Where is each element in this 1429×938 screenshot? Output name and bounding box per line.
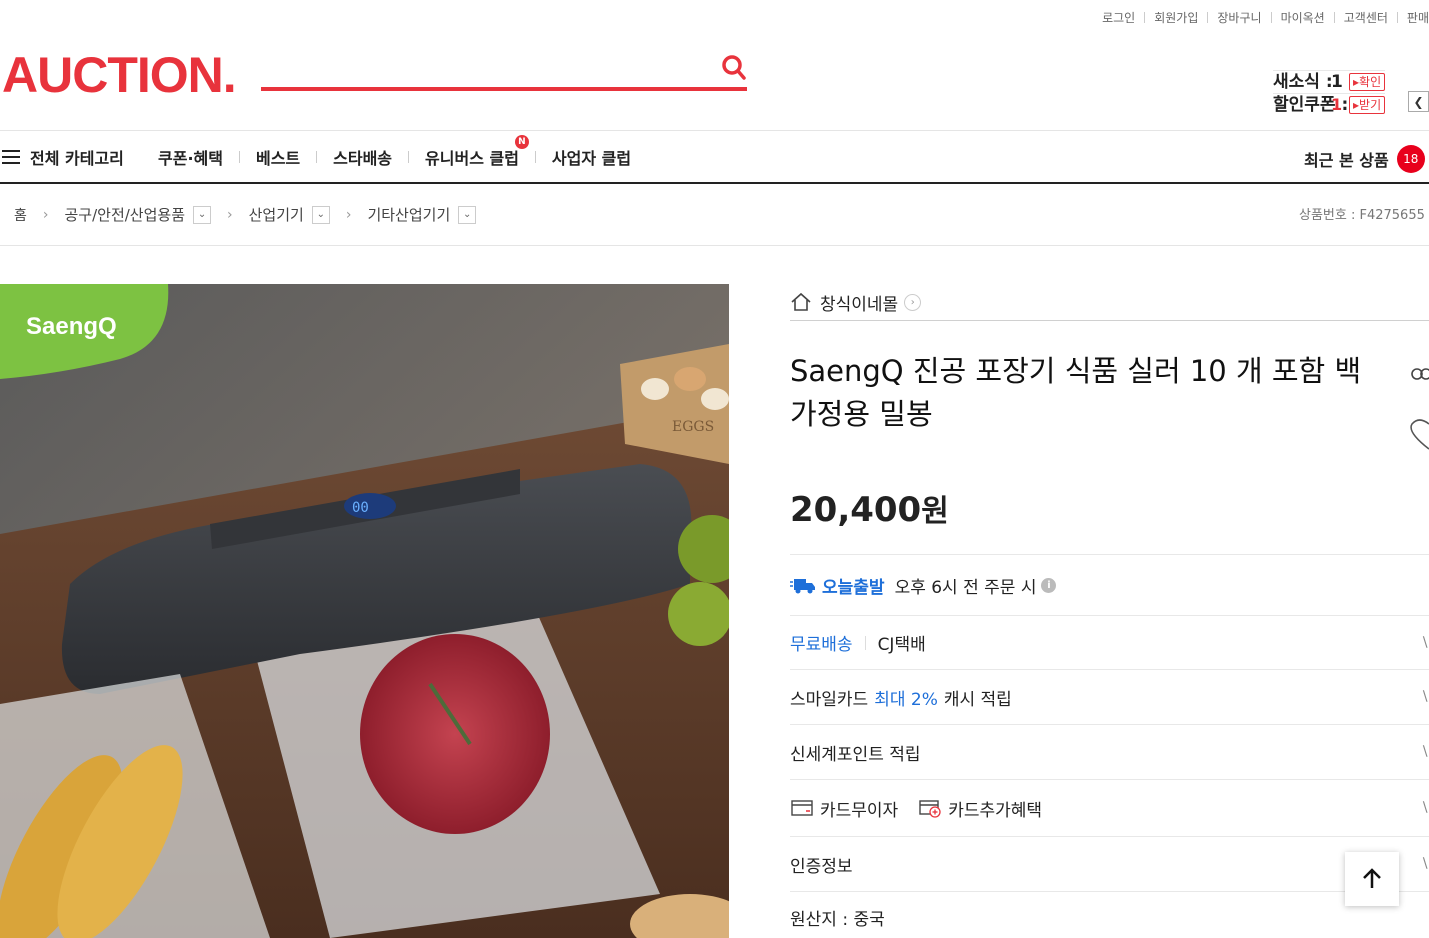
product-info-rows: 오늘출발 오후 6시 전 주문 시 i 무료배송 CJ택배 ∖ 스마일카드 최대… bbox=[790, 554, 1429, 938]
share-icon[interactable] bbox=[1410, 362, 1429, 386]
origin-row: 원산지 : 중국 bbox=[790, 891, 1429, 938]
nav-best[interactable]: 베스트 bbox=[240, 145, 316, 169]
search-icon[interactable] bbox=[721, 54, 747, 82]
price-unit: 원 bbox=[921, 494, 949, 529]
chevron-down-icon[interactable]: ∖ bbox=[1420, 856, 1429, 872]
nav-universe-label: 유니버스 클럽 bbox=[425, 148, 519, 168]
card-benefit-row[interactable]: 카드무이자 카드추가혜택 ∖ bbox=[790, 779, 1429, 836]
auction-logo[interactable]: AUCTION. bbox=[2, 46, 237, 104]
login-link[interactable]: 로그인 bbox=[1093, 9, 1144, 26]
recent-count-badge: 18 bbox=[1396, 145, 1425, 173]
smile-card-highlight: 최대 2% bbox=[874, 689, 938, 710]
shop-name[interactable]: 창식이네몰 bbox=[820, 290, 898, 315]
coupon-count: 1 bbox=[1331, 95, 1343, 114]
breadcrumb-level-2[interactable]: 산업기기 bbox=[249, 204, 304, 225]
chevron-down-icon[interactable]: ∖ bbox=[1420, 635, 1429, 651]
shinsegae-point-label: 신세계포인트 적립 bbox=[790, 744, 921, 765]
main-nav: 전체 카테고리 쿠폰·혜택 베스트 스타배송 유니버스 클럽 N 사업자 클럽 최… bbox=[0, 130, 1429, 184]
all-category-button[interactable]: 전체 카테고리 bbox=[2, 145, 158, 169]
utility-links: 로그인 회원가입 장바구니 마이옥션 고객센터 판매 bbox=[1093, 9, 1429, 26]
certification-label: 인증정보 bbox=[790, 856, 853, 877]
cart-link[interactable]: 장바구니 bbox=[1208, 9, 1270, 26]
certification-row[interactable]: 인증정보 ∖ bbox=[790, 836, 1429, 891]
nav-universe-club[interactable]: 유니버스 클럽 N bbox=[409, 134, 535, 169]
chevron-down-icon[interactable]: ∖ bbox=[1420, 744, 1429, 760]
signup-link[interactable]: 회원가입 bbox=[1145, 9, 1207, 26]
news-confirm-button[interactable]: ▸확인 bbox=[1349, 73, 1386, 91]
recent-viewed-label: 최근 본 상품 bbox=[1304, 151, 1389, 170]
my-auction-link[interactable]: 마이옥션 bbox=[1272, 9, 1334, 26]
chevron-right-icon: › bbox=[42, 206, 49, 223]
nav-star-delivery[interactable]: 스타배송 bbox=[317, 145, 408, 169]
news-count: 1 bbox=[1331, 72, 1343, 92]
product-price: 20,400원 bbox=[790, 486, 949, 530]
home-icon bbox=[791, 292, 811, 311]
chevron-down-icon[interactable]: ⌄ bbox=[458, 205, 477, 224]
chevron-right-icon: › bbox=[227, 206, 233, 223]
chevron-down-icon[interactable]: ⌄ bbox=[193, 205, 212, 224]
search-input[interactable] bbox=[261, 50, 701, 86]
scroll-to-top-button[interactable] bbox=[1345, 852, 1399, 906]
divider bbox=[864, 635, 866, 650]
info-icon[interactable]: i bbox=[1041, 577, 1057, 593]
origin-label: 원산지 : 중국 bbox=[790, 910, 885, 930]
breadcrumb-level-3[interactable]: 기타산업기기 bbox=[367, 204, 450, 225]
today-shipping-row: 오늘출발 오후 6시 전 주문 시 i bbox=[790, 554, 1429, 615]
nav-coupon[interactable]: 쿠폰·혜택 bbox=[158, 145, 239, 169]
price-value: 20,400 bbox=[790, 490, 922, 530]
hamburger-icon bbox=[2, 149, 20, 164]
all-category-label: 전체 카테고리 bbox=[30, 148, 124, 168]
chevron-right-icon[interactable]: › bbox=[904, 293, 922, 311]
chevron-down-icon[interactable]: ∖ bbox=[1420, 800, 1429, 816]
card-installment-label[interactable]: 카드무이자 bbox=[820, 796, 898, 821]
product-photo: 00 EGGS SaengQ bbox=[0, 284, 729, 938]
chevron-left-icon[interactable]: ❮ bbox=[1408, 91, 1429, 112]
coupon-receive-button[interactable]: ▸받기 bbox=[1349, 96, 1386, 114]
product-title: SaengQ 진공 포장기 식품 실러 10 개 포함 백 가정용 밀봉 bbox=[790, 354, 1362, 431]
free-shipping-label: 무료배송 bbox=[790, 635, 853, 655]
svg-text:00: 00 bbox=[352, 500, 369, 516]
recent-viewed-button[interactable]: 최근 본 상품 18 bbox=[1304, 145, 1425, 173]
breadcrumb: 홈 › 공구/안전/산업용품 ⌄ › 산업기기 ⌄ › 기타산업기기 ⌄ 상품번… bbox=[0, 184, 1429, 246]
today-shipping-badge: 오늘출발 bbox=[790, 573, 885, 598]
seller-link[interactable]: 판매 bbox=[1398, 9, 1429, 26]
egg-crate-label: EGGS bbox=[672, 419, 714, 435]
arrow-up-icon bbox=[1363, 868, 1381, 888]
card-plus-icon bbox=[919, 800, 941, 818]
shinsegae-point-row[interactable]: 신세계포인트 적립 ∖ bbox=[790, 724, 1429, 779]
truck-icon bbox=[790, 579, 815, 594]
card-benefit-label[interactable]: 카드추가혜택 bbox=[948, 796, 1042, 821]
search-bar bbox=[261, 50, 747, 91]
today-shipping-desc: 오후 6시 전 주문 시 bbox=[894, 577, 1037, 598]
smile-card-suffix: 캐시 적립 bbox=[943, 689, 1012, 710]
coupon-label: 할인쿠폰 : bbox=[1273, 95, 1349, 115]
card-icon bbox=[791, 800, 813, 816]
benefit-box: 새소식 : 1 ▸확인 할인쿠폰 : 1 ▸받기 bbox=[1273, 70, 1386, 116]
customer-center-link[interactable]: 고객센터 bbox=[1335, 9, 1397, 26]
breadcrumb-level-1[interactable]: 공구/안전/산업용품 bbox=[65, 204, 186, 225]
heart-icon[interactable] bbox=[1409, 416, 1429, 450]
breadcrumb-home[interactable]: 홈 bbox=[14, 205, 27, 225]
chevron-down-icon[interactable]: ∖ bbox=[1420, 689, 1429, 705]
new-badge: N bbox=[514, 134, 529, 149]
nav-business-club[interactable]: 사업자 클럽 bbox=[536, 145, 647, 169]
smile-card-row[interactable]: 스마일카드 최대 2% 캐시 적립 ∖ bbox=[790, 669, 1429, 724]
chevron-down-icon[interactable]: ⌄ bbox=[311, 205, 330, 224]
shipping-carrier: CJ택배 bbox=[877, 635, 926, 655]
shipping-row[interactable]: 무료배송 CJ택배 ∖ bbox=[790, 615, 1429, 669]
product-image[interactable]: 00 EGGS SaengQ bbox=[0, 284, 729, 938]
saengq-brand-logo: SaengQ bbox=[26, 313, 117, 340]
product-number: 상품번호 : F4275655 bbox=[1299, 208, 1425, 223]
smile-card-prefix: 스마일카드 bbox=[790, 689, 869, 710]
today-shipping-label: 오늘출발 bbox=[822, 577, 885, 598]
chevron-right-icon: › bbox=[345, 206, 352, 223]
news-label: 새소식 : bbox=[1273, 72, 1333, 92]
shop-row[interactable]: 창식이네몰 › bbox=[790, 284, 1429, 321]
